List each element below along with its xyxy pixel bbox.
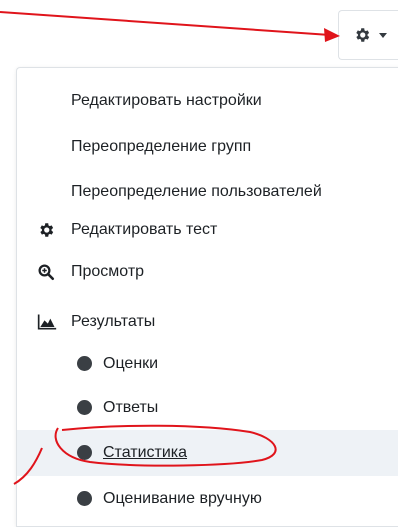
menu-item-grades[interactable]: Оценки	[17, 341, 398, 387]
bullet-icon	[77, 356, 92, 371]
menu-item-responses[interactable]: Ответы	[17, 385, 398, 431]
bullet-icon	[77, 400, 92, 415]
menu-item-label: Редактировать настройки	[71, 92, 262, 109]
menu-item-results[interactable]: Результаты	[17, 299, 398, 345]
caret-down-icon	[379, 33, 387, 38]
menu-item-label: Редактировать тест	[71, 221, 218, 238]
cog-icon	[40, 223, 54, 237]
menu-item-manual-grading[interactable]: Оценивание вручную	[17, 476, 398, 522]
menu-item-group-overrides[interactable]: Переопределение групп	[17, 124, 398, 170]
actions-dropdown-menu: Редактировать настройки Переопределение …	[16, 67, 398, 527]
bullet-icon	[77, 491, 92, 506]
area-chart-icon	[37, 314, 57, 330]
annotation-arrow-line	[0, 11, 331, 36]
menu-item-preview[interactable]: Просмотр	[17, 249, 398, 295]
bullet-icon	[77, 445, 92, 460]
menu-item-edit-settings[interactable]: Редактировать настройки	[17, 78, 398, 124]
menu-item-label: Результаты	[71, 313, 156, 330]
menu-item-label: Переопределение групп	[71, 138, 252, 155]
menu-item-label: Ответы	[103, 399, 159, 416]
gear-icon	[356, 28, 370, 42]
zoom-in-icon	[38, 264, 55, 281]
menu-item-label: Статистика	[103, 444, 188, 461]
menu-item-edit-quiz[interactable]: Редактировать тест	[17, 207, 398, 253]
menu-item-label: Оценивание вручную	[103, 490, 262, 507]
menu-item-statistics[interactable]: Статистика	[17, 430, 398, 476]
menu-item-label: Просмотр	[71, 263, 145, 280]
actions-menu-button[interactable]	[338, 10, 398, 60]
menu-item-label: Переопределение пользователей	[71, 183, 322, 200]
menu-item-label: Оценки	[103, 355, 159, 372]
